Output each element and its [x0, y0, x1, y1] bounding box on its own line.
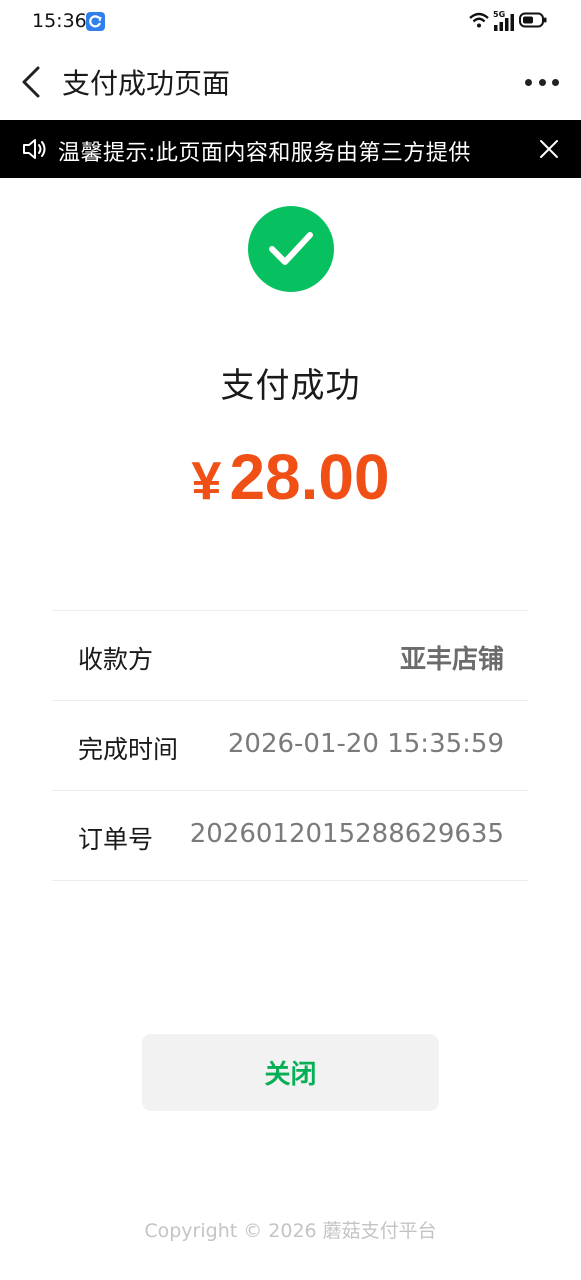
status-time: 15:36 — [32, 10, 87, 32]
back-button[interactable] — [18, 64, 48, 100]
order-number-label: 订单号 — [78, 825, 154, 854]
signal-5g-icon: 5G — [493, 10, 515, 31]
success-title: 支付成功 — [220, 366, 361, 406]
page-title: 支付成功页面 — [62, 67, 231, 100]
chevron-left-icon — [22, 66, 40, 98]
app-notification-icon — [86, 12, 105, 31]
notice-bar: 温馨提示:此页面内容和服务由第三方提供 — [0, 120, 581, 178]
close-icon[interactable] — [537, 137, 561, 161]
wifi-icon — [469, 12, 489, 32]
check-circle-icon — [248, 206, 334, 292]
completion-time-value: 2026-01-20 15:35:59 — [227, 729, 504, 759]
currency-symbol: ¥ — [191, 451, 222, 511]
payment-details: 收款方 亚丰店铺 完成时间 2026-01-20 15:35:59 订单号 20… — [52, 610, 528, 881]
amount-value: 28.00 — [229, 441, 390, 513]
payee-label: 收款方 — [78, 645, 154, 674]
speaker-icon — [22, 137, 48, 165]
completion-time-label: 完成时间 — [78, 735, 179, 764]
more-dots-icon[interactable] — [525, 72, 559, 92]
payment-amount: ¥28.00 — [0, 440, 581, 514]
payment-success-page: 15:36 5G 支付成功页面 温馨提示:此页面内容和服务由第三方提供 支付成功… — [0, 0, 581, 1280]
detail-row-payee: 收款方 亚丰店铺 — [52, 611, 528, 701]
copyright-text: Copyright © 2026 蘑菇支付平台 — [144, 1220, 437, 1242]
payee-value: 亚丰店铺 — [399, 645, 504, 675]
status-bar: 15:36 5G — [0, 0, 581, 44]
close-button[interactable]: 关闭 — [142, 1034, 439, 1111]
detail-row-order: 订单号 2026012015288629635 — [52, 791, 528, 881]
order-number-value: 2026012015288629635 — [189, 819, 504, 849]
notice-text: 温馨提示:此页面内容和服务由第三方提供 — [58, 141, 471, 166]
battery-icon — [519, 12, 547, 32]
detail-row-time: 完成时间 2026-01-20 15:35:59 — [52, 701, 528, 791]
nav-bar: 支付成功页面 — [0, 44, 581, 120]
status-indicators: 5G — [469, 10, 547, 32]
